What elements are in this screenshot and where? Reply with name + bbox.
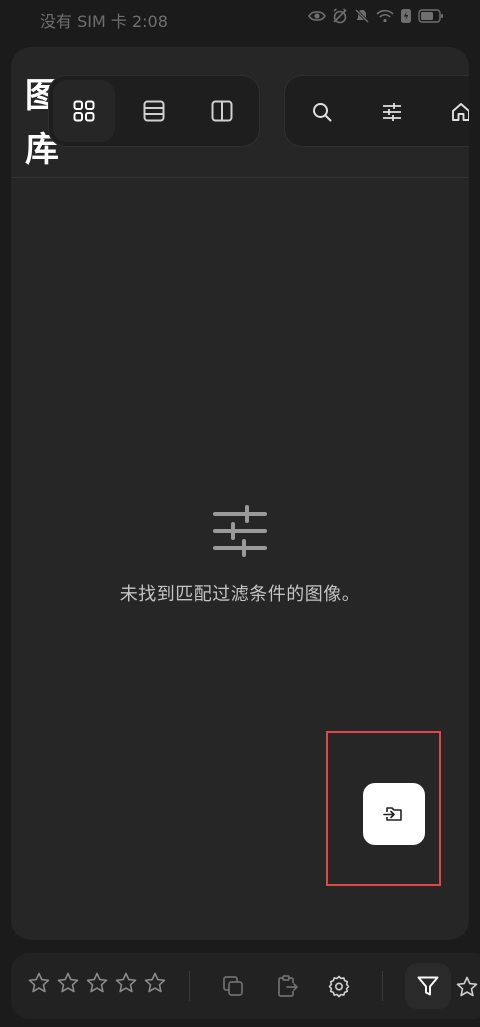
star-icon[interactable] [85,971,109,995]
status-bar: 没有 SIM 卡 2:08 [0,0,480,38]
filter-settings-button[interactable] [367,87,417,137]
list-view-icon [143,100,165,122]
battery-icon [418,9,443,23]
empty-message: 未找到匹配过滤条件的图像。 [119,584,361,605]
toolbar-separator [189,971,190,1001]
status-icons [308,8,444,24]
toolbar-actions [284,75,469,147]
eye-icon [308,11,326,21]
split-view-icon [211,100,233,122]
star-icon[interactable] [56,971,80,995]
grid-view-button[interactable] [53,80,115,142]
mute-icon [354,8,370,24]
bottom-toolbar [11,953,480,1019]
star-icon[interactable] [114,971,138,995]
list-view-button[interactable] [123,80,185,142]
sliders-icon [213,505,267,557]
header-divider [11,177,469,178]
split-view-button[interactable] [191,80,253,142]
battery-saver-icon [401,9,411,23]
search-icon [313,103,332,122]
settings-icon [328,975,350,998]
filter-icon [417,976,439,996]
paste-button[interactable] [270,969,304,1003]
empty-state: 未找到匹配过滤条件的图像。 [11,502,469,606]
highlight-box [326,731,441,886]
star-icon[interactable] [143,971,167,995]
alarm-off-icon [333,8,347,24]
sliders-icon [383,103,401,121]
star-icon[interactable] [27,971,51,995]
copy-button[interactable] [216,969,250,1003]
home-button[interactable] [436,87,469,137]
star-icon[interactable] [455,975,479,999]
view-mode-toggle [48,75,260,147]
status-text: 没有 SIM 卡 2:08 [40,12,168,31]
home-icon [452,103,469,121]
copy-icon [223,976,243,996]
rating-stars [27,971,167,995]
filter-button[interactable] [405,963,451,1009]
toolbar-separator [382,971,383,1001]
search-button[interactable] [297,87,347,137]
paste-icon [278,975,299,997]
settings-button[interactable] [322,969,356,1003]
wifi-icon [376,9,394,23]
grid-view-icon [73,100,95,122]
